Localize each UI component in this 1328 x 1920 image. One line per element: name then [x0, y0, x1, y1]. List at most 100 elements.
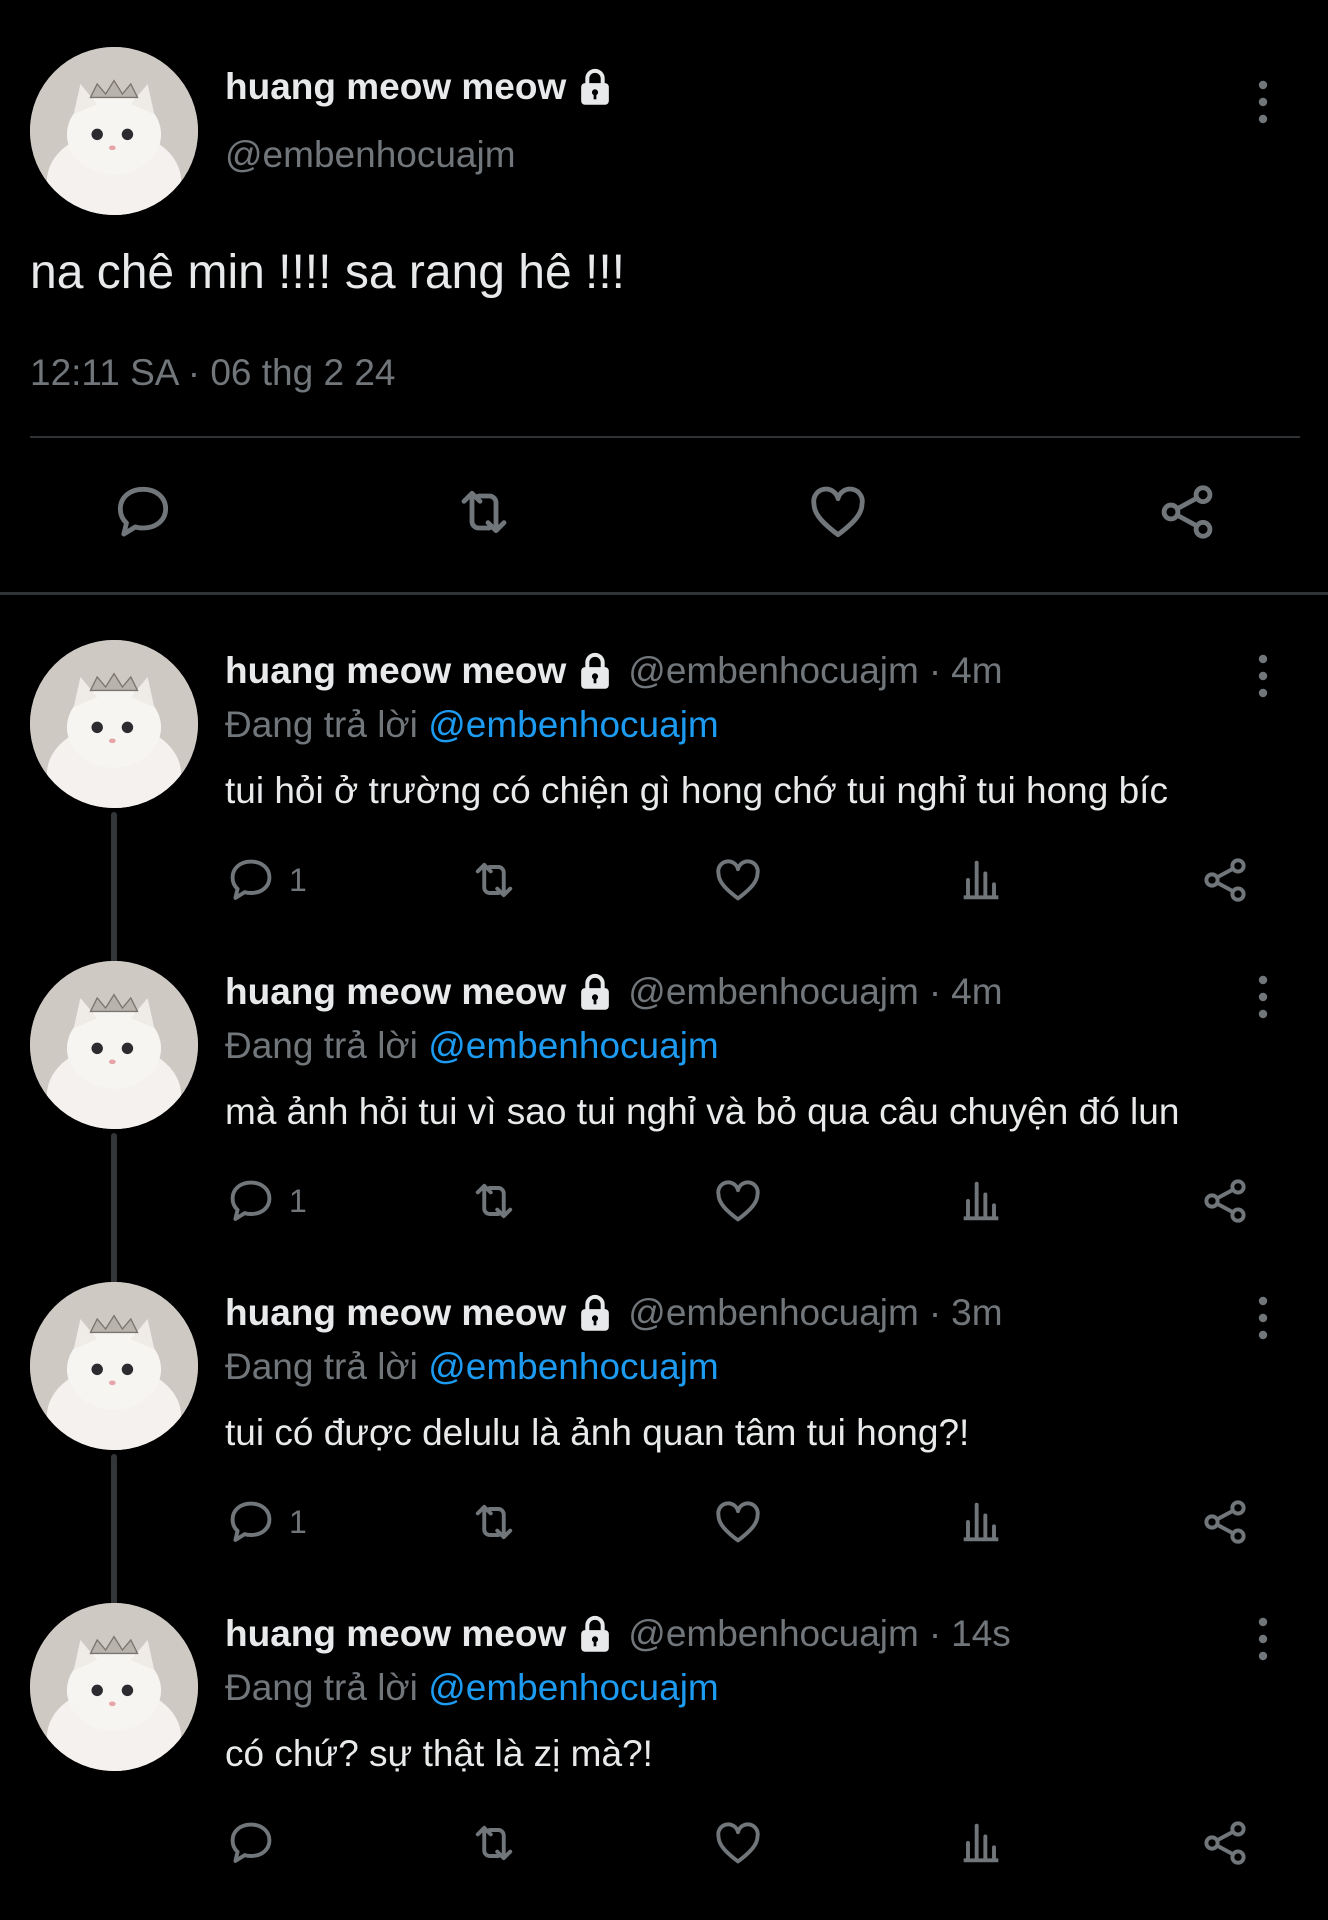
- reply-count: 1: [289, 861, 307, 898]
- cat-avatar-image: [30, 1603, 198, 1771]
- reply-time[interactable]: 14s: [951, 1613, 1011, 1655]
- avatar[interactable]: [30, 961, 198, 1129]
- more-vertical-icon[interactable]: [1248, 652, 1278, 700]
- divider: [30, 436, 1300, 438]
- separator-dot: ·: [928, 1613, 942, 1654]
- avatar[interactable]: [30, 1603, 198, 1771]
- reply-time[interactable]: 3m: [951, 1292, 1002, 1334]
- display-name[interactable]: huang meow meow: [225, 650, 566, 692]
- reply-icon[interactable]: [111, 480, 175, 544]
- share-button[interactable]: [1199, 1173, 1251, 1229]
- tweet-text: na chê min !!!! sa rang hê !!!: [30, 246, 625, 299]
- like-button[interactable]: [712, 1815, 764, 1871]
- retweet-icon: [475, 1183, 513, 1219]
- handle[interactable]: @embenhocuajm: [628, 1292, 919, 1334]
- action-bar: 1: [225, 1494, 1275, 1550]
- like-icon: [716, 859, 760, 901]
- more-vertical-icon[interactable]: [1248, 1615, 1278, 1663]
- reply-count: 1: [289, 1503, 307, 1540]
- reply-text: có chứ? sự thật là zị mà?!: [225, 1733, 653, 1774]
- reply-count: 1: [289, 1182, 307, 1219]
- more-vertical-icon[interactable]: [1248, 973, 1278, 1021]
- retweet-icon[interactable]: [452, 480, 516, 544]
- reply-icon: [230, 1501, 272, 1542]
- lock-icon: [581, 1615, 610, 1652]
- reply-tweet[interactable]: huang meow meow @embenhocuajm · 4m Đang …: [0, 640, 1328, 964]
- replying-label: Đang trả lời: [225, 1346, 418, 1387]
- more-vertical-icon[interactable]: [1248, 78, 1278, 126]
- mention-link[interactable]: @embenhocuajm: [428, 1025, 719, 1066]
- like-button[interactable]: [712, 1173, 764, 1229]
- lock-icon: [581, 68, 610, 105]
- retweet-icon: [475, 862, 513, 898]
- like-icon: [716, 1180, 760, 1222]
- share-button[interactable]: [1199, 1815, 1251, 1871]
- share-icon[interactable]: [1155, 480, 1219, 544]
- avatar[interactable]: [30, 47, 198, 215]
- mention-link[interactable]: @embenhocuajm: [428, 1346, 719, 1387]
- views-button[interactable]: [955, 852, 1007, 908]
- action-bar: 1: [225, 1173, 1275, 1229]
- reply-button[interactable]: 1: [225, 1173, 307, 1229]
- replying-label: Đang trả lời: [225, 1667, 418, 1708]
- mention-link[interactable]: @embenhocuajm: [428, 704, 719, 745]
- reply-time[interactable]: 4m: [951, 650, 1002, 692]
- retweet-icon: [475, 1825, 513, 1861]
- views-icon: [963, 1502, 999, 1542]
- display-name[interactable]: huang meow meow: [225, 66, 566, 108]
- share-icon: [1204, 858, 1246, 902]
- reply-button[interactable]: 1: [225, 852, 307, 908]
- reply-tweet[interactable]: huang meow meow @embenhocuajm · 3m Đang …: [0, 1282, 1328, 1606]
- reply-button[interactable]: [225, 1815, 289, 1871]
- more-vertical-icon[interactable]: [1248, 1294, 1278, 1342]
- lock-icon: [581, 652, 610, 689]
- views-button[interactable]: [955, 1494, 1007, 1550]
- handle[interactable]: @embenhocuajm: [628, 1613, 919, 1655]
- retweet-button[interactable]: [468, 1494, 520, 1550]
- views-button[interactable]: [955, 1173, 1007, 1229]
- retweet-button[interactable]: [468, 852, 520, 908]
- display-name[interactable]: huang meow meow: [225, 971, 566, 1013]
- reply-tweet[interactable]: huang meow meow @embenhocuajm · 4m Đang …: [0, 961, 1328, 1285]
- reply-tweet[interactable]: huang meow meow @embenhocuajm · 14s Đang…: [0, 1603, 1328, 1920]
- views-icon: [963, 860, 999, 900]
- display-name[interactable]: huang meow meow: [225, 1292, 566, 1334]
- avatar[interactable]: [30, 640, 198, 808]
- action-bar: [225, 1815, 1275, 1871]
- replying-label: Đang trả lời: [225, 1025, 418, 1066]
- reply-button[interactable]: 1: [225, 1494, 307, 1550]
- display-name[interactable]: huang meow meow: [225, 1613, 566, 1655]
- avatar[interactable]: [30, 1282, 198, 1450]
- retweet-button[interactable]: [468, 1173, 520, 1229]
- mention-link[interactable]: @embenhocuajm: [428, 1667, 719, 1708]
- retweet-icon: [475, 1504, 513, 1540]
- lock-icon: [581, 973, 610, 1010]
- views-button[interactable]: [955, 1815, 1007, 1871]
- author-row: huang meow meow: [225, 66, 614, 108]
- handle[interactable]: @embenhocuajm: [628, 971, 919, 1013]
- retweet-button[interactable]: [468, 1815, 520, 1871]
- like-icon: [716, 1822, 760, 1864]
- like-button[interactable]: [712, 852, 764, 908]
- reply-text: mà ảnh hỏi tui vì sao tui nghỉ và bỏ qua…: [225, 1091, 1180, 1132]
- handle[interactable]: @embenhocuajm: [628, 650, 919, 692]
- cat-avatar-image: [30, 1282, 198, 1450]
- like-icon: [716, 1501, 760, 1543]
- cat-avatar-image: [30, 640, 198, 808]
- section-divider: [0, 592, 1328, 595]
- reply-header: huang meow meow @embenhocuajm · 3m: [225, 1292, 1003, 1334]
- handle[interactable]: @embenhocuajm: [225, 134, 516, 176]
- views-icon: [963, 1823, 999, 1863]
- thread-line: [111, 1454, 117, 1606]
- like-button[interactable]: [712, 1494, 764, 1550]
- thread-line: [111, 812, 117, 964]
- reply-text: tui có được delulu là ảnh quan tâm tui h…: [225, 1412, 970, 1453]
- share-button[interactable]: [1199, 1494, 1251, 1550]
- thread-line: [111, 1133, 117, 1285]
- reply-time[interactable]: 4m: [951, 971, 1002, 1013]
- share-button[interactable]: [1199, 852, 1251, 908]
- replying-label: Đang trả lời: [225, 704, 418, 745]
- reply-text: tui hỏi ở trường có chiện gì hong chớ tu…: [225, 770, 1168, 811]
- tweet-timestamp[interactable]: 12:11 SA · 06 thg 2 24: [30, 352, 395, 394]
- like-icon[interactable]: [806, 480, 870, 544]
